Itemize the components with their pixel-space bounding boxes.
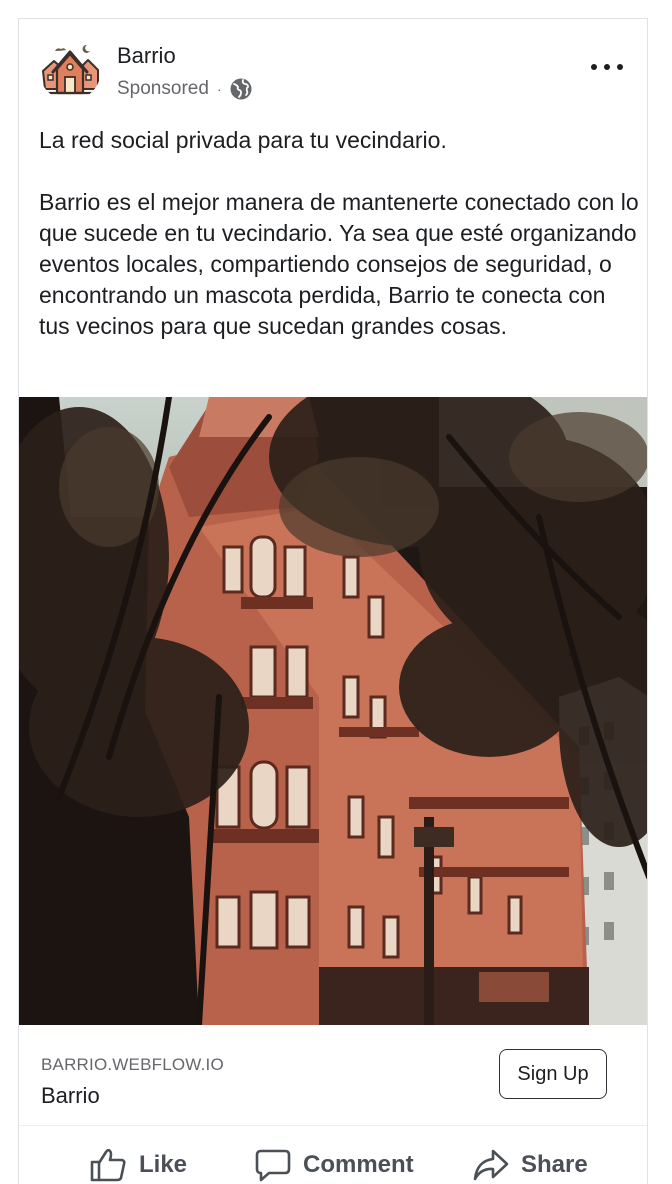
more-horizontal-icon (591, 64, 597, 70)
post-actions-bar: Like Comment Share (19, 1129, 647, 1184)
comment-label: Comment (303, 1151, 414, 1178)
sign-up-button[interactable]: Sign Up (499, 1049, 607, 1099)
post-header: Barrio Sponsored · (19, 19, 647, 119)
share-label: Share (521, 1151, 588, 1178)
barrio-logo-icon (39, 39, 101, 101)
page-name[interactable]: Barrio (117, 43, 176, 69)
thumbs-up-icon (90, 1148, 126, 1182)
meta-separator: · (216, 81, 222, 97)
speech-bubble-icon (255, 1149, 291, 1182)
post-text-paragraph: Barrio es el mejor manera de mantenerte … (39, 189, 639, 339)
post-text: La red social privada para tu vecindario… (39, 125, 639, 342)
like-label: Like (139, 1151, 188, 1178)
sponsored-label[interactable]: Sponsored (117, 78, 209, 100)
actions-divider (19, 1125, 647, 1126)
more-dot (604, 64, 610, 70)
post-meta: Sponsored · (117, 77, 253, 101)
building-photo (19, 397, 647, 1025)
share-arrow-icon (473, 1149, 509, 1181)
post-text-paragraph: La red social privada para tu vecindario… (39, 127, 447, 153)
comment-button[interactable]: Comment (255, 1139, 414, 1184)
link-title: Barrio (41, 1083, 100, 1108)
more-dot (617, 64, 623, 70)
globe-icon[interactable] (229, 77, 253, 101)
link-domain: BARRIO.WEBFLOW.IO (41, 1055, 224, 1074)
link-preview[interactable]: BARRIO.WEBFLOW.IO Barrio Sign Up (19, 1025, 647, 1125)
post-image[interactable] (19, 397, 647, 1025)
more-options-button[interactable] (591, 55, 623, 79)
page-avatar[interactable] (39, 39, 101, 101)
sponsored-post-card: Barrio Sponsored · La red social privada… (18, 18, 648, 1184)
share-button[interactable]: Share (473, 1139, 588, 1184)
like-button[interactable]: Like (89, 1139, 187, 1184)
